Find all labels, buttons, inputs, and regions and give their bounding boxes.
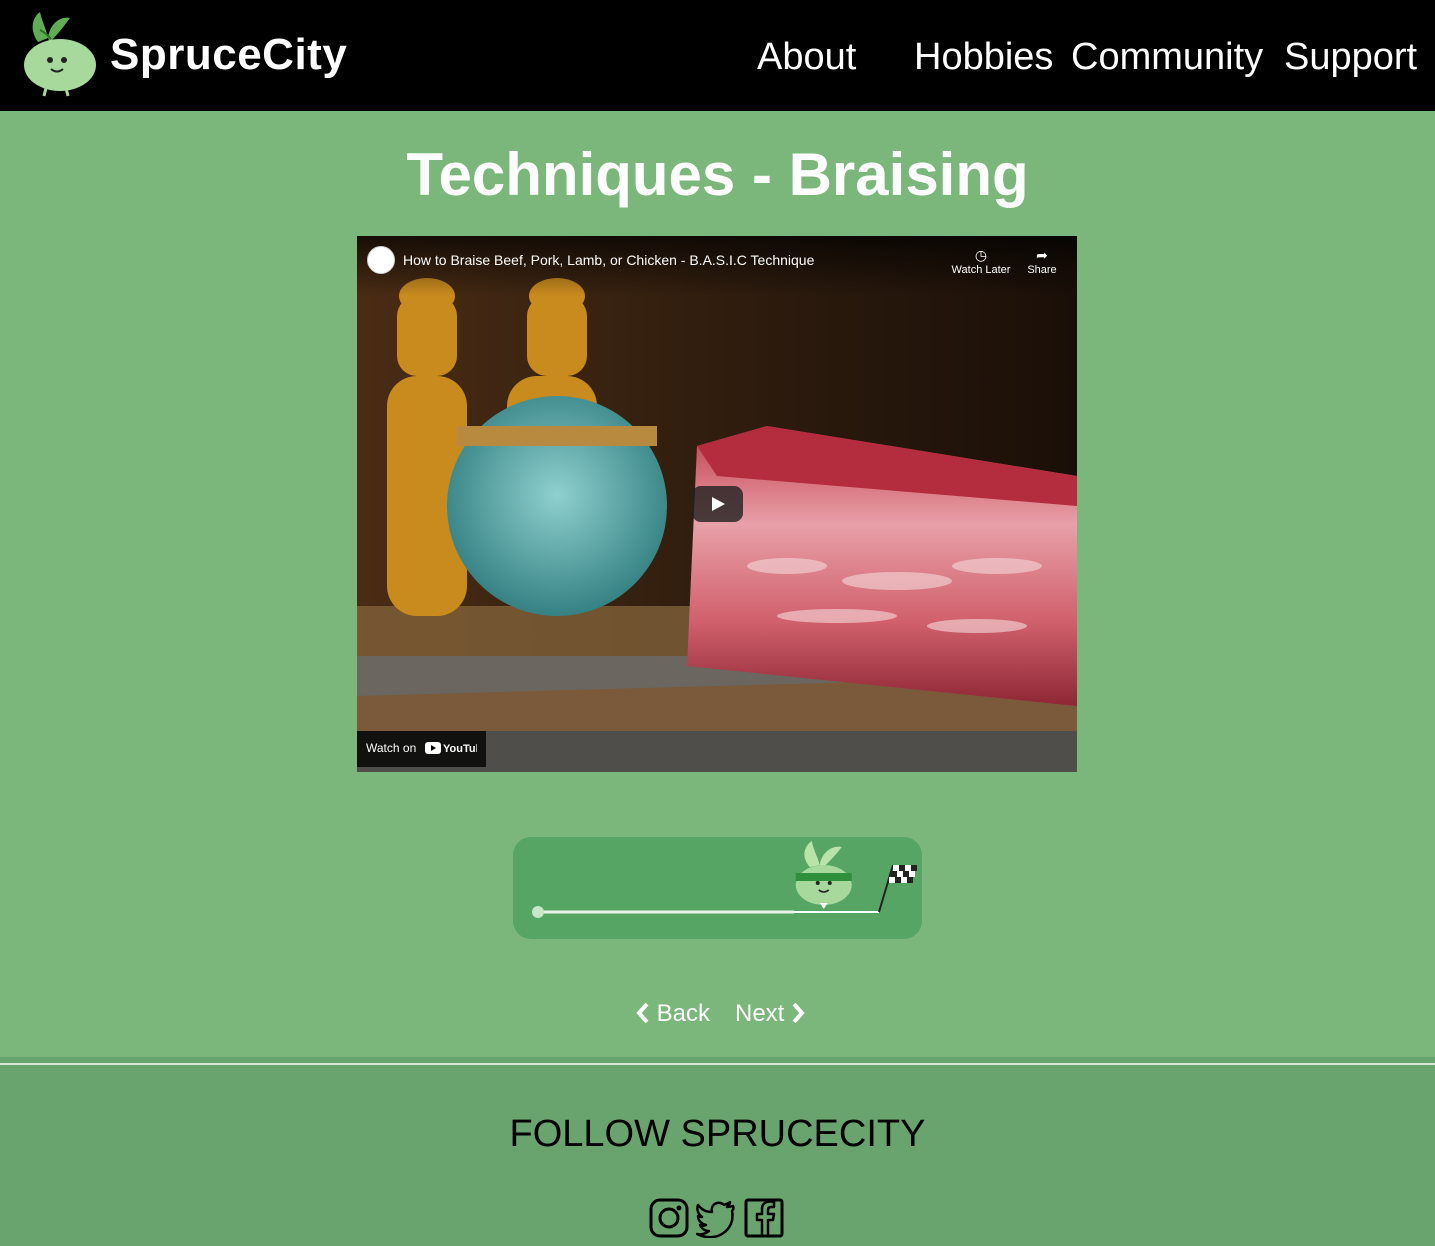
finish-flag-icon — [878, 864, 917, 913]
chevron-right-icon — [791, 1000, 805, 1027]
watch-on-youtube-button[interactable]: Watch on YouTube — [357, 731, 488, 767]
youtube-logo-icon: YouTube — [425, 740, 488, 759]
svg-text:YouTube: YouTube — [443, 743, 477, 755]
next-label: Next — [735, 1000, 785, 1027]
spruce-mascot-logo-icon[interactable] — [18, 8, 98, 98]
video-player[interactable]: How to Braise Beef, Pork, Lamb, or Chick… — [357, 236, 1077, 772]
back-label: Back — [656, 1000, 711, 1027]
site-footer: FOLLOW SPRUCECITY — [0, 1065, 1435, 1246]
share-button[interactable]: ➦ Share — [1012, 246, 1072, 276]
progress-mascot-icon — [795, 841, 852, 909]
site-header: SpruceCity About Hobbies Community Suppo… — [0, 0, 1435, 111]
twitter-icon[interactable] — [696, 1198, 736, 1238]
brand-name[interactable]: SpruceCity — [110, 30, 347, 80]
nav-hobbies[interactable]: Hobbies — [914, 36, 1053, 79]
back-button[interactable]: Back — [636, 1000, 710, 1028]
watch-on-label: Watch on — [366, 741, 417, 755]
share-label: Share — [1027, 264, 1057, 276]
footer-heading: FOLLOW SPRUCECITY — [509, 1113, 926, 1155]
instagram-icon[interactable] — [649, 1198, 689, 1238]
nav-about[interactable]: About — [757, 36, 856, 79]
nav-community[interactable]: Community — [1071, 36, 1263, 79]
channel-avatar[interactable] — [367, 246, 395, 274]
play-icon — [712, 497, 725, 511]
play-button[interactable] — [692, 486, 743, 522]
next-button[interactable]: Next — [735, 1000, 805, 1028]
facebook-icon[interactable] — [744, 1198, 784, 1238]
share-icon: ➦ — [1036, 247, 1048, 263]
clock-icon: ◷ — [974, 247, 988, 263]
watch-later-button[interactable]: ◷ Watch Later — [951, 246, 1011, 276]
page-title: Techniques - Braising — [406, 141, 1029, 208]
video-title[interactable]: How to Braise Beef, Pork, Lamb, or Chick… — [403, 252, 814, 268]
chevron-left-icon — [636, 1000, 657, 1027]
progress-start-dot — [532, 906, 544, 918]
lesson-progress-card — [513, 837, 922, 939]
watch-later-label: Watch Later — [951, 264, 1011, 276]
nav-support[interactable]: Support — [1284, 36, 1417, 79]
